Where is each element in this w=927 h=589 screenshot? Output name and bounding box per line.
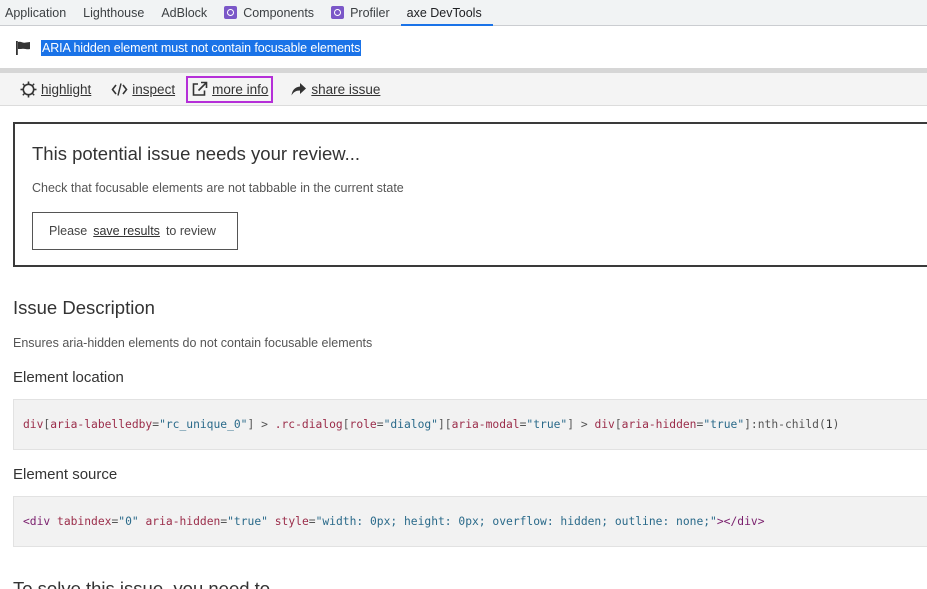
save-prompt-prefix: Please xyxy=(49,224,88,238)
element-source-code: <div tabindex="0" aria-hidden="true" sty… xyxy=(13,496,927,547)
tab-lighthouse[interactable]: Lighthouse xyxy=(77,0,155,25)
react-devtools-icon xyxy=(224,6,238,19)
save-results-prompt: Please save results to review xyxy=(32,212,238,250)
tab-label: Lighthouse xyxy=(83,5,145,20)
more-info-button[interactable]: more info xyxy=(186,75,274,103)
issue-title: ARIA hidden element must not contain foc… xyxy=(41,39,362,56)
save-prompt-suffix: to review xyxy=(165,224,216,238)
review-title: This potential issue needs your review..… xyxy=(32,143,361,164)
inspect-label: inspect xyxy=(132,81,176,97)
share-icon xyxy=(291,82,307,95)
tab-profiler[interactable]: Profiler xyxy=(325,0,401,25)
element-location-heading: Element location xyxy=(13,369,124,386)
element-location-code: div[aria-labelledby="rc_unique_0"] > .rc… xyxy=(13,399,927,450)
issue-description-heading: Issue Description xyxy=(13,297,155,318)
save-results-link[interactable]: save results xyxy=(93,224,160,238)
review-notice: This potential issue needs your review..… xyxy=(13,122,927,267)
tab-label: Application xyxy=(5,5,67,20)
inspect-button[interactable]: inspect xyxy=(108,76,178,103)
tab-components[interactable]: Components xyxy=(218,0,325,25)
tab-application[interactable]: Application xyxy=(0,0,77,25)
code-icon xyxy=(111,82,128,96)
selector-text: div[aria-labelledby="rc_unique_0"] > .rc… xyxy=(23,418,840,431)
source-text: <div tabindex="0" aria-hidden="true" sty… xyxy=(23,515,765,528)
external-link-icon xyxy=(192,81,208,96)
issue-description-text: Ensures aria-hidden elements do not cont… xyxy=(13,336,373,350)
highlight-label: highlight xyxy=(41,81,92,97)
react-devtools-icon xyxy=(331,6,345,19)
share-issue-button[interactable]: share issue xyxy=(287,76,383,103)
highlight-button[interactable]: highlight xyxy=(17,76,94,103)
tab-axe-devtools[interactable]: axe DevTools xyxy=(400,0,493,26)
issue-header: ARIA hidden element must not contain foc… xyxy=(0,27,927,68)
tab-label: AdBlock xyxy=(161,5,208,20)
share-issue-label: share issue xyxy=(311,81,381,97)
tab-label: Profiler xyxy=(350,5,390,20)
review-text: Check that focusable elements are not ta… xyxy=(32,181,404,195)
element-source-heading: Element source xyxy=(13,466,118,483)
highlight-icon xyxy=(20,81,37,97)
devtools-tab-bar: Application Lighthouse AdBlock Component… xyxy=(0,0,927,26)
tab-adblock[interactable]: AdBlock xyxy=(155,0,218,25)
tab-label: axe DevTools xyxy=(406,5,482,20)
more-info-label: more info xyxy=(212,81,269,97)
tab-label: Components xyxy=(243,5,315,20)
issue-actions-bar: highlight inspect more info share issue xyxy=(0,73,927,106)
solve-heading: To solve this issue, you need to... xyxy=(13,578,286,589)
flag-icon xyxy=(16,40,30,55)
